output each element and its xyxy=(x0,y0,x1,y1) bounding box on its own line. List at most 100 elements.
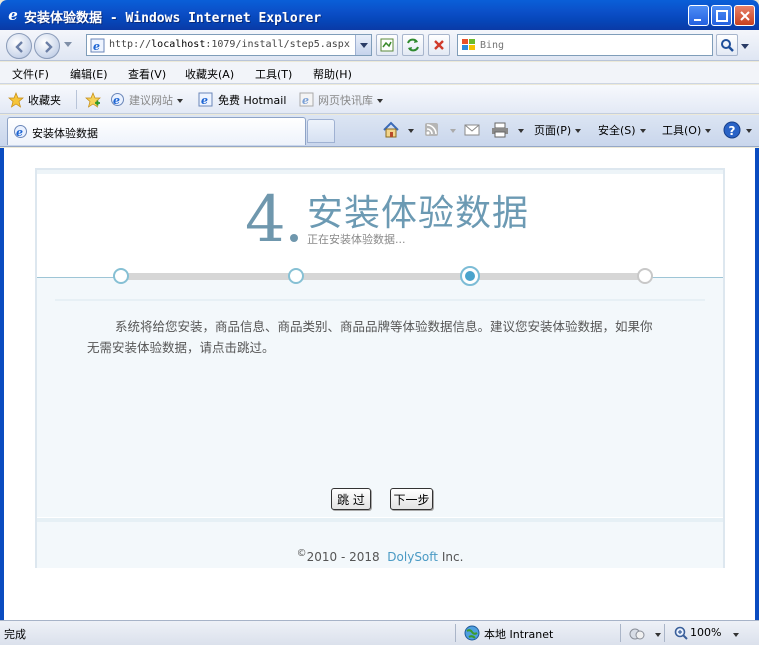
help-icon[interactable]: ? xyxy=(723,121,741,139)
install-panel: 4 安装体验数据 正在安装体验数据... 系统将给您安装，商品信息、商品类别、商… xyxy=(35,168,725,568)
suggested-sites-link[interactable]: 建议网站 xyxy=(129,92,183,108)
copyright-brand[interactable]: DolySoft xyxy=(387,550,438,564)
progress-track xyxy=(119,273,647,280)
tab-active[interactable]: e 安装体验数据 xyxy=(7,117,306,145)
search-go-button[interactable] xyxy=(716,34,738,56)
windows-flag-icon xyxy=(462,39,475,50)
content-divider xyxy=(55,299,705,301)
safety-menu[interactable]: 安全(S) xyxy=(598,122,646,138)
favorites-button[interactable]: 收藏夹 xyxy=(28,92,61,108)
webslice-icon: e xyxy=(299,92,314,107)
tab-label: 安装体验数据 xyxy=(32,127,98,140)
feeds-dropdown[interactable] xyxy=(450,129,456,133)
copyright-suffix: Inc. xyxy=(441,550,464,564)
search-input[interactable] xyxy=(480,37,710,53)
compatibility-icon xyxy=(380,38,394,52)
close-button[interactable] xyxy=(734,5,755,26)
menu-favorites[interactable]: 收藏夹(A) xyxy=(185,66,234,82)
step-subtitle: 正在安装体验数据... xyxy=(307,233,406,246)
skip-button[interactable]: 跳 过 xyxy=(331,488,371,510)
ie-logo-icon: e xyxy=(8,6,18,24)
add-favorite-icon[interactable] xyxy=(85,92,101,108)
back-button[interactable] xyxy=(6,33,32,59)
address-dropdown[interactable] xyxy=(355,35,371,55)
tab-bar: e 安装体验数据 页面(P) 安全(S) 工具(O) ? xyxy=(0,115,759,147)
address-bar: e http://localhost:1079/install/step5.as… xyxy=(0,30,759,61)
protected-mode-dropdown[interactable] xyxy=(655,633,661,637)
title-bar: e 安装体验数据 - Windows Internet Explorer xyxy=(0,0,759,30)
maximize-icon xyxy=(716,10,728,22)
suggested-sites-icon: e xyxy=(111,93,124,107)
zoom-dropdown[interactable] xyxy=(733,633,739,637)
svg-text:e: e xyxy=(302,94,309,107)
minimize-button[interactable] xyxy=(688,5,709,26)
compatibility-view-button[interactable] xyxy=(376,34,398,56)
address-url: http://localhost:1079/install/step5.aspx xyxy=(109,39,350,50)
status-divider-3 xyxy=(664,624,665,642)
tab-page-icon: e xyxy=(14,125,27,139)
step-number-dot xyxy=(290,234,298,242)
page-menu[interactable]: 页面(P) xyxy=(534,122,582,138)
hotmail-icon: e xyxy=(198,92,213,107)
menu-bar: 文件(F) 编辑(E) 查看(V) 收藏夹(A) 工具(T) 帮助(H) xyxy=(0,62,759,84)
menu-edit[interactable]: 编辑(E) xyxy=(70,66,108,82)
home-dropdown[interactable] xyxy=(408,129,414,133)
print-icon[interactable] xyxy=(491,122,509,138)
favorites-bar: 收藏夹 e 建议网站 e 免费 Hotmail e 网页快讯库 xyxy=(0,85,759,114)
protected-mode-icon[interactable] xyxy=(628,626,646,641)
close-icon xyxy=(740,11,750,21)
intranet-globe-icon xyxy=(464,625,480,641)
favorites-star-icon xyxy=(8,92,24,108)
status-divider xyxy=(455,624,456,642)
progress-step-2 xyxy=(287,268,304,284)
status-text: 完成 xyxy=(4,628,26,641)
address-field[interactable]: e http://localhost:1079/install/step5.as… xyxy=(86,34,372,56)
page-icon: e xyxy=(90,38,105,53)
maximize-button[interactable] xyxy=(711,5,732,26)
status-divider-2 xyxy=(620,624,621,642)
back-arrow-icon xyxy=(15,41,23,53)
new-tab-button[interactable] xyxy=(307,119,335,143)
stop-button[interactable] xyxy=(428,34,450,56)
help-dropdown[interactable] xyxy=(746,129,752,133)
step-description: 系统将给您安装，商品信息、商品类别、商品品牌等体验数据信息。建议您安装体验数据，… xyxy=(87,319,653,355)
magnifier-icon xyxy=(721,39,734,52)
search-box[interactable] xyxy=(457,34,713,56)
print-dropdown[interactable] xyxy=(518,129,524,133)
window-title: 安装体验数据 - Windows Internet Explorer xyxy=(24,11,322,26)
menu-help[interactable]: 帮助(H) xyxy=(313,66,352,82)
progress-step-1 xyxy=(113,268,129,284)
refresh-icon xyxy=(407,38,419,52)
hotmail-link[interactable]: 免费 Hotmail xyxy=(218,92,286,108)
menu-tools[interactable]: 工具(T) xyxy=(255,66,292,82)
menu-view[interactable]: 查看(V) xyxy=(128,66,166,82)
status-bar: 完成 本地 Intranet 100% xyxy=(0,620,759,645)
mail-icon[interactable] xyxy=(464,123,480,137)
stop-icon xyxy=(434,40,444,50)
next-step-button[interactable]: 下一步 xyxy=(390,488,433,510)
forward-button[interactable] xyxy=(34,33,60,59)
copyright: ©2010 - 2018 DolySoft Inc. xyxy=(37,548,723,564)
svg-text:e: e xyxy=(113,94,120,107)
feeds-icon[interactable] xyxy=(424,122,439,137)
webslice-gallery-link[interactable]: 网页快讯库 xyxy=(318,92,383,108)
search-options-dropdown[interactable] xyxy=(741,44,749,49)
security-zone[interactable]: 本地 Intranet xyxy=(484,626,553,642)
zoom-icon[interactable] xyxy=(674,626,688,640)
svg-text:e: e xyxy=(93,40,100,53)
copyright-years: 2010 - 2018 xyxy=(306,550,380,564)
footer-divider xyxy=(37,518,723,522)
panel-top-strip xyxy=(37,170,723,174)
recent-pages-dropdown[interactable] xyxy=(64,42,72,47)
home-icon[interactable] xyxy=(382,121,400,139)
minimize-icon xyxy=(694,19,701,21)
step-content-area xyxy=(37,277,723,517)
tools-menu[interactable]: 工具(O) xyxy=(662,122,712,138)
step-number: 4 xyxy=(245,183,286,257)
zoom-level[interactable]: 100% xyxy=(690,626,721,639)
svg-text:e: e xyxy=(201,94,208,107)
menu-file[interactable]: 文件(F) xyxy=(12,66,49,82)
refresh-button[interactable] xyxy=(402,34,424,56)
step-title: 安装体验数据 xyxy=(307,193,530,234)
svg-text:?: ? xyxy=(729,124,736,138)
